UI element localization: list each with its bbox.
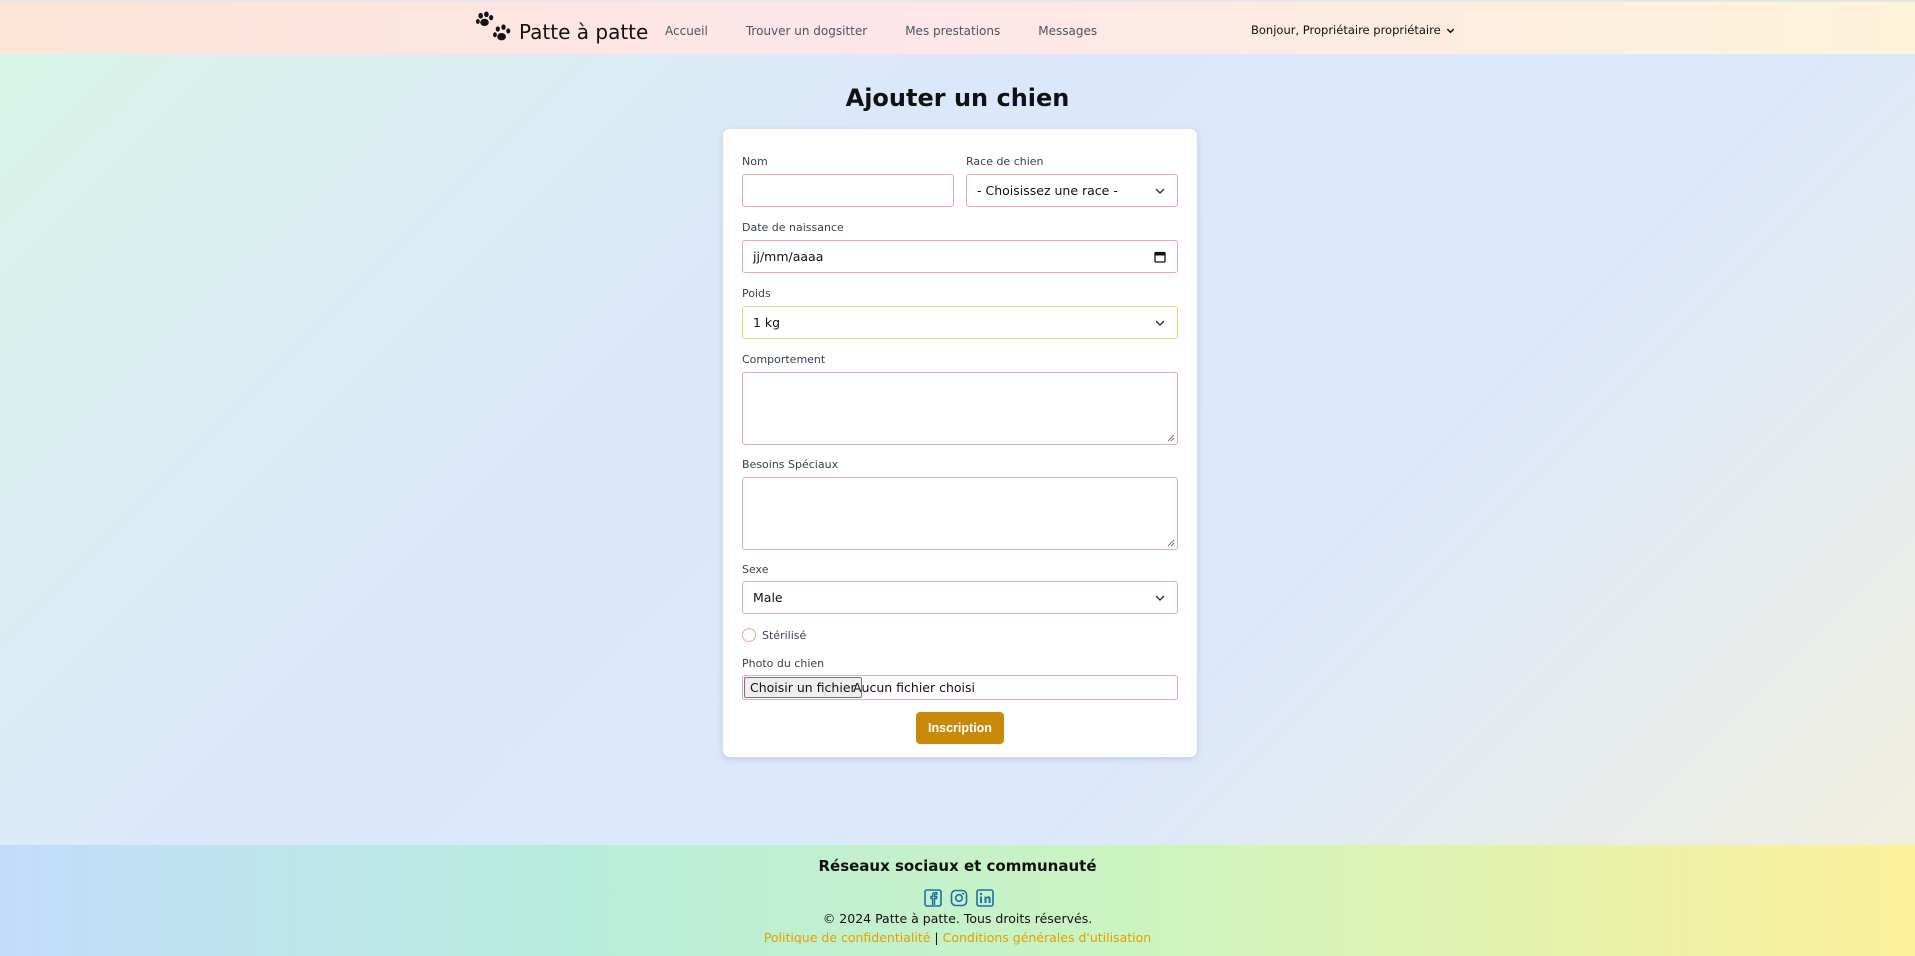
facebook-icon[interactable] xyxy=(924,889,942,907)
sexe-select[interactable]: Male xyxy=(742,581,1178,614)
poids-select[interactable]: 1 kg xyxy=(742,306,1178,339)
legal-links: Politique de confidentialité | Condition… xyxy=(0,930,1915,945)
footer-title: Réseaux sociaux et communauté xyxy=(818,857,1097,875)
photo-file-input[interactable]: Choisir un fichier Aucun fichier choisi xyxy=(742,675,1178,700)
poids-label: Poids xyxy=(742,287,771,300)
race-selected-value: - Choisissez une race - xyxy=(977,183,1118,198)
sexe-label: Sexe xyxy=(742,563,769,576)
terms-link[interactable]: Conditions générales d'utilisation xyxy=(943,930,1152,945)
date-label: Date de naissance xyxy=(742,221,844,234)
top-navbar: Patte à patte Accueil Trouver un dogsitt… xyxy=(0,0,1915,54)
comportement-label: Comportement xyxy=(742,353,826,366)
nav-trouver-dogsitter[interactable]: Trouver un dogsitter xyxy=(746,24,867,38)
legal-separator: | xyxy=(934,930,939,945)
user-greeting: Bonjour, Propriétaire propriétaire xyxy=(1251,23,1441,37)
race-label: Race de chien xyxy=(966,155,1044,168)
sterilise-label: Stérilisé xyxy=(762,629,807,642)
user-menu[interactable]: Bonjour, Propriétaire propriétaire xyxy=(1251,23,1455,37)
nav-mes-prestations[interactable]: Mes prestations xyxy=(905,24,1000,38)
chevron-down-icon xyxy=(1155,320,1165,326)
resize-handle-icon[interactable] xyxy=(1167,434,1175,442)
chevron-down-icon xyxy=(1155,188,1165,194)
date-placeholder: jj/mm/aaaa xyxy=(753,249,824,264)
besoins-textarea[interactable] xyxy=(742,477,1178,550)
paw-icon xyxy=(475,11,513,53)
sterilise-radio[interactable] xyxy=(742,628,756,642)
instagram-icon[interactable] xyxy=(950,889,968,907)
choose-file-button[interactable]: Choisir un fichier xyxy=(744,677,862,698)
footer: Réseaux sociaux et communauté © 2024 Pat… xyxy=(0,845,1915,956)
chevron-down-icon xyxy=(1446,28,1454,33)
nom-label: Nom xyxy=(742,155,768,168)
brand-logo[interactable]: Patte à patte xyxy=(475,11,648,53)
brand-name: Patte à patte xyxy=(519,20,649,44)
nav-messages[interactable]: Messages xyxy=(1038,24,1097,38)
file-status: Aucun fichier choisi xyxy=(853,680,976,695)
comportement-textarea[interactable] xyxy=(742,372,1178,445)
page-title: Ajouter un chien xyxy=(845,84,1070,112)
add-dog-form: Nom Race de chien - Choisissez une race … xyxy=(723,129,1197,757)
privacy-link[interactable]: Politique de confidentialité xyxy=(764,930,931,945)
chevron-down-icon xyxy=(1155,595,1165,601)
poids-selected-value: 1 kg xyxy=(753,315,781,330)
social-links xyxy=(924,889,1002,907)
date-input[interactable]: jj/mm/aaaa xyxy=(742,240,1178,273)
main-nav: Accueil Trouver un dogsitter Mes prestat… xyxy=(665,24,1135,38)
sexe-selected-value: Male xyxy=(753,590,783,605)
nav-accueil[interactable]: Accueil xyxy=(665,24,708,38)
photo-label: Photo du chien xyxy=(742,657,825,670)
race-select[interactable]: - Choisissez une race - xyxy=(966,174,1178,207)
calendar-icon[interactable] xyxy=(1154,251,1166,263)
linkedin-icon[interactable] xyxy=(976,889,994,907)
inscription-button[interactable]: Inscription xyxy=(916,712,1004,744)
nom-input[interactable] xyxy=(742,174,954,207)
resize-handle-icon[interactable] xyxy=(1167,539,1175,547)
copyright-text: © 2024 Patte à patte. Tous droits réserv… xyxy=(822,911,1093,926)
besoins-label: Besoins Spéciaux xyxy=(742,458,839,471)
